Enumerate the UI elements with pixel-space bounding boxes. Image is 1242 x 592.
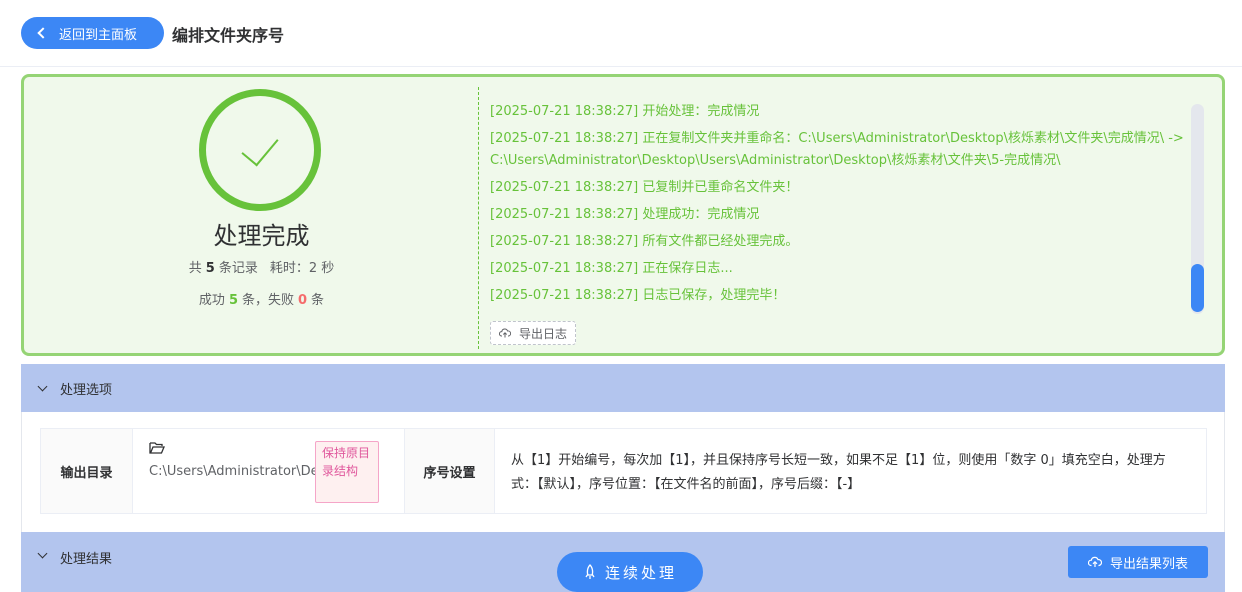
options-section-header[interactable]: 处理选项 bbox=[21, 364, 1225, 412]
seq-settings-text: 从【1】开始编号，每次加【1】，并且保持序号长短一致，如果不足【1】位，则使用「… bbox=[511, 453, 1166, 492]
continue-processing-button[interactable]: 连续处理 bbox=[557, 552, 703, 592]
success-check-icon bbox=[199, 89, 321, 211]
back-to-dashboard-button[interactable]: 返回到主面板 bbox=[21, 17, 164, 49]
chevron-down-icon bbox=[37, 548, 48, 559]
success-fail-stats: 成功 5 条，失败 0 条 bbox=[198, 293, 325, 308]
chevron-down-icon bbox=[37, 381, 48, 391]
back-button-label: 返回到主面板 bbox=[59, 27, 138, 43]
output-dir-cell: C:\Users\Administrator\Desktop\ 保持原目录结构 bbox=[133, 429, 405, 513]
log-scrollbar[interactable] bbox=[1191, 104, 1204, 314]
completion-panel: 处理完成 共 5 条记录 耗时：2 秒 成功 5 条，失败 0 条 [2025-07-21 1… bbox=[21, 74, 1225, 356]
log-line: [2025-07-21 18:38:27] 正在复制文件夹并重命名：C:\Use… bbox=[490, 131, 1184, 168]
seq-settings-label: 序号设置 bbox=[405, 429, 495, 513]
output-dir-path: C:\Users\Administrator\Desktop\ bbox=[149, 464, 359, 479]
log-line: [2025-07-21 18:38:27] 开始处理：完成情况 bbox=[490, 104, 760, 119]
log-line: [2025-07-21 18:38:27] 正在保存日志... bbox=[490, 261, 733, 276]
keep-structure-tag: 保持原目录结构 bbox=[315, 441, 379, 503]
cloud-upload-icon bbox=[499, 328, 511, 338]
fail-count: 0 bbox=[298, 293, 308, 308]
panel-divider bbox=[478, 87, 479, 349]
success-count: 5 bbox=[228, 293, 238, 308]
log-scrollbar-thumb[interactable] bbox=[1191, 264, 1204, 312]
folder-open-icon bbox=[149, 441, 165, 459]
log-line: [2025-07-21 18:38:27] 处理成功：完成情况 bbox=[490, 207, 760, 222]
header: 返回到主面板 编排文件夹序号 bbox=[0, 0, 1242, 67]
log-line: [2025-07-21 18:38:27] 已复制并已重命名文件夹！ bbox=[490, 180, 799, 195]
total-count: 5 bbox=[205, 261, 215, 276]
export-result-list-button[interactable]: 导出结果列表 bbox=[1068, 546, 1208, 578]
log-line: [2025-07-21 18:38:27] 日志已保存，处理完毕！ bbox=[490, 288, 786, 303]
rocket-icon bbox=[585, 564, 595, 579]
options-table: 输出目录 C:\Users\Administrator\Desktop\ 保持原… bbox=[40, 428, 1207, 514]
log-line: [2025-07-21 18:38:27] 所有文件都已经处理完成。 bbox=[490, 234, 799, 249]
elapsed-time: 耗时：2 秒 bbox=[269, 261, 335, 276]
output-dir-label: 输出目录 bbox=[41, 429, 133, 513]
options-body: 输出目录 C:\Users\Administrator\Desktop\ 保持原… bbox=[21, 412, 1225, 532]
log-list: [2025-07-21 18:38:27] 开始处理：完成情况 [2025-07… bbox=[490, 101, 1190, 312]
completion-title: 处理完成 bbox=[213, 222, 310, 250]
cloud-upload-icon bbox=[1087, 556, 1102, 567]
chevron-left-icon bbox=[37, 27, 49, 39]
page-title: 编排文件夹序号 bbox=[172, 26, 285, 45]
record-stats: 共 5 条记录 耗时：2 秒 bbox=[188, 261, 335, 276]
export-log-button[interactable]: 导出日志 bbox=[490, 321, 576, 345]
